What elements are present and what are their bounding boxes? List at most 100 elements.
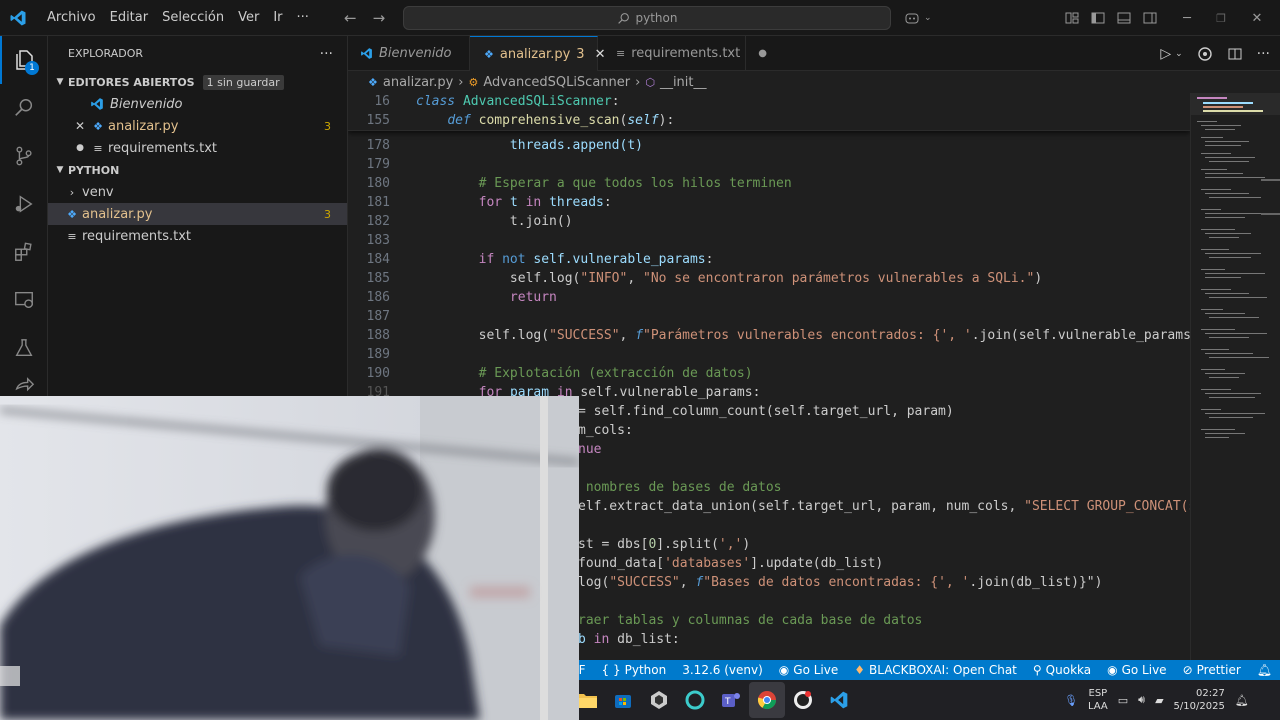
toggle-secondary-sidebar-icon[interactable]: [1142, 10, 1158, 26]
breadcrumb: ❖ analizar.py › ⚙ AdvancedSQLiScanner › …: [348, 71, 1280, 93]
menu-more-button[interactable]: ···: [290, 10, 316, 25]
display-icon[interactable]: ▭: [1118, 694, 1128, 707]
run-debug-activity[interactable]: [0, 180, 48, 228]
tab-bienvenido[interactable]: Bienvenido: [348, 36, 470, 71]
copilot-chat-icon[interactable]: [1197, 46, 1213, 62]
go-live-button-2[interactable]: ◉ Go Live: [1099, 663, 1174, 677]
command-center-search[interactable]: python: [403, 6, 891, 30]
remote-explorer-activity[interactable]: [0, 276, 48, 324]
microphone-icon[interactable]: 🎙︎: [1064, 694, 1078, 707]
customize-layout-icon[interactable]: [1064, 10, 1080, 26]
language-mode[interactable]: { } Python: [594, 663, 675, 677]
menu-editar[interactable]: Editar: [103, 10, 156, 25]
tree-item-venv[interactable]: › venv: [48, 181, 347, 203]
notification-icon[interactable]: 🔔︎: [1235, 694, 1249, 707]
code-line: class AdvancedSQLiScanner:: [416, 94, 620, 109]
tab-label: requirements.txt: [631, 46, 741, 61]
source-control-activity[interactable]: [0, 132, 48, 180]
explorer-activity[interactable]: 1: [0, 36, 48, 84]
tab-label: analizar.py: [499, 46, 571, 62]
tab-requirements[interactable]: ≡ requirements.txt ●: [598, 36, 767, 71]
unsaved-badge: 1 sin guardar: [202, 74, 284, 90]
breadcrumb-method[interactable]: __init__: [660, 75, 707, 90]
app-icon-dark[interactable]: [641, 682, 677, 718]
minimap[interactable]: [1190, 93, 1280, 660]
chevron-down-icon[interactable]: ⌄: [924, 13, 932, 23]
maximize-button[interactable]: ❐: [1204, 12, 1238, 25]
toggle-primary-sidebar-icon[interactable]: [1090, 10, 1106, 26]
extensions-activity[interactable]: [0, 228, 48, 276]
sticky-scroll[interactable]: 16 class AdvancedSQLiScanner: 155 def co…: [348, 93, 1190, 131]
code-line: b in db_list:: [578, 632, 680, 647]
forward-arrow-icon[interactable]: →: [373, 9, 386, 27]
minimap-code: [1191, 93, 1280, 438]
blackbox-button[interactable]: ♦ BLACKBOXAI: Open Chat: [846, 663, 1025, 677]
editor-more-button[interactable]: ···: [1257, 46, 1270, 62]
python-file-icon: ❖: [368, 75, 378, 89]
chrome-icon[interactable]: [749, 682, 785, 718]
code-line: = self.find_column_count(self.target_url…: [578, 404, 954, 419]
battery-icon[interactable]: ▰: [1155, 694, 1163, 707]
python-file-icon: ❖: [93, 119, 103, 133]
title-bar: Archivo Editar Selección Ver Ir ··· ← → …: [0, 0, 1280, 36]
open-editor-item[interactable]: Bienvenido: [48, 93, 347, 115]
volume-icon[interactable]: 🔊︎: [1138, 693, 1145, 707]
unsaved-dot-icon[interactable]: ●: [758, 48, 767, 59]
quokka-button[interactable]: ⚲ Quokka: [1025, 663, 1099, 677]
menu-archivo[interactable]: Archivo: [40, 10, 103, 25]
breadcrumb-file[interactable]: analizar.py: [383, 75, 453, 90]
code-line: st = dbs[0].split(','): [578, 537, 751, 552]
minimize-button[interactable]: ─: [1170, 11, 1204, 26]
store-icon[interactable]: [605, 682, 641, 718]
chevron-right-icon: ›: [458, 74, 464, 90]
notifications-bell-icon[interactable]: 🔔︎: [1249, 663, 1280, 677]
toggle-panel-icon[interactable]: [1116, 10, 1132, 26]
copilot-icon[interactable]: [904, 10, 920, 26]
teams-icon[interactable]: T: [713, 682, 749, 718]
text-file-icon: ≡: [67, 229, 77, 243]
testing-activity[interactable]: [0, 324, 48, 372]
open-editor-label: analizar.py: [108, 118, 179, 134]
open-editor-item[interactable]: ● ≡ requirements.txt: [48, 137, 347, 159]
breadcrumb-class[interactable]: AdvancedSQLiScanner: [483, 75, 630, 90]
menu-ver[interactable]: Ver: [231, 10, 266, 25]
vscode-taskbar-icon[interactable]: [821, 682, 857, 718]
close-window-button[interactable]: ✕: [1238, 11, 1276, 26]
broadcast-icon: ◉: [1107, 663, 1118, 677]
keyboard-language[interactable]: ESP LAA: [1088, 687, 1108, 713]
go-live-button[interactable]: ◉ Go Live: [771, 663, 846, 677]
open-editor-item[interactable]: ✕ ❖ analizar.py 3: [48, 115, 347, 137]
python-folder-header[interactable]: ▼ PYTHON: [48, 159, 347, 181]
clock-time: 02:27: [1196, 688, 1225, 699]
vscode-logo-icon: [361, 48, 372, 59]
share-icon: [15, 377, 35, 392]
menu-seleccion[interactable]: Selección: [155, 10, 231, 25]
split-editor-icon[interactable]: [1227, 46, 1243, 62]
go-live-label: Go Live: [1121, 663, 1167, 677]
tree-item-label: analizar.py: [82, 206, 153, 222]
back-arrow-icon[interactable]: ←: [344, 9, 357, 27]
code-line: # Esperar a que todos los hilos terminen: [478, 176, 792, 191]
close-icon[interactable]: ✕: [72, 119, 88, 133]
prettier-button[interactable]: ⊘ Prettier: [1175, 663, 1249, 677]
tree-item-analizar[interactable]: ❖ analizar.py 3: [48, 203, 347, 225]
code-line: elf.extract_data_union(self.target_url, …: [578, 499, 1190, 514]
clock[interactable]: 02:27 5/10/2025: [1174, 687, 1225, 713]
copilot-app-icon[interactable]: [677, 682, 713, 718]
tree-item-requirements[interactable]: ≡ requirements.txt: [48, 225, 347, 247]
tab-analizar[interactable]: ❖ analizar.py 3 ✕: [470, 36, 605, 71]
open-editor-label: requirements.txt: [108, 140, 218, 156]
chevron-down-icon[interactable]: ⌄: [1175, 49, 1183, 59]
text-file-icon: ≡: [93, 141, 103, 155]
vscode-logo-icon: [0, 0, 36, 36]
github-desktop-icon[interactable]: [785, 682, 821, 718]
unsaved-dot-icon[interactable]: ●: [72, 143, 88, 153]
code-line: m_cols:: [578, 423, 633, 438]
python-interpreter[interactable]: 3.12.6 (venv): [674, 663, 771, 677]
run-icon[interactable]: ▷: [1160, 46, 1171, 62]
open-editors-header[interactable]: ▼ EDITORES ABIERTOS 1 sin guardar: [48, 71, 347, 93]
share-activity[interactable]: [0, 372, 48, 396]
search-activity[interactable]: [0, 84, 48, 132]
menu-ir[interactable]: Ir: [266, 10, 289, 25]
explorer-more-button[interactable]: ···: [320, 46, 333, 62]
